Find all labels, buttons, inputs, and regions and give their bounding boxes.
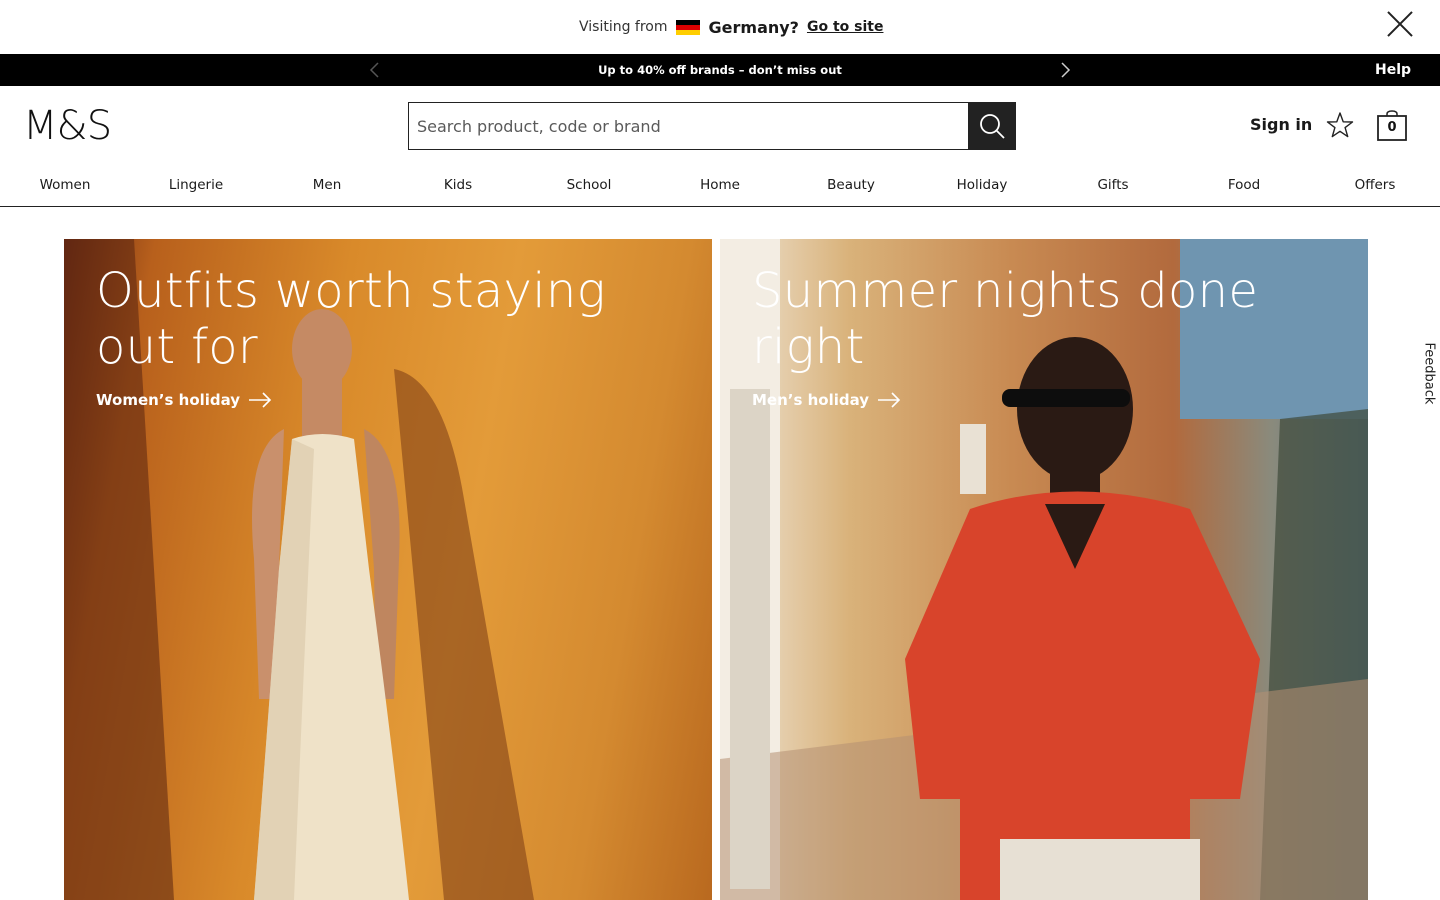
country-name: Germany? [708, 17, 799, 37]
nav-item-beauty[interactable]: Beauty [791, 177, 911, 193]
mens-holiday-label: Men’s holiday [752, 391, 870, 409]
nav-item-gifts[interactable]: Gifts [1053, 177, 1173, 193]
nav-item-kids[interactable]: Kids [398, 177, 518, 193]
help-link[interactable]: Help [1375, 62, 1411, 78]
nav-item-food[interactable]: Food [1184, 177, 1304, 193]
search-bar [408, 102, 1016, 150]
germany-flag-icon [675, 19, 700, 35]
close-icon[interactable] [1385, 9, 1415, 39]
chevron-left-icon[interactable] [367, 61, 383, 79]
nav-item-offers[interactable]: Offers [1315, 177, 1435, 193]
ms-logo[interactable]: M&S [23, 105, 112, 147]
nav-item-women[interactable]: Women [5, 177, 125, 193]
bag-count: 0 [1387, 120, 1397, 135]
nav-item-men[interactable]: Men [267, 177, 387, 193]
hero-tile-womens-holiday[interactable]: Outfits worth staying out for Women’s ho… [64, 239, 712, 900]
feedback-label: Feedback [1421, 342, 1437, 405]
shopping-bag-button[interactable]: 0 [1376, 110, 1408, 142]
promo-text[interactable]: Up to 40% off brands – don’t miss out [520, 63, 920, 77]
nav-item-home[interactable]: Home [660, 177, 780, 193]
arrow-right-icon [249, 392, 272, 408]
sign-in-link[interactable]: Sign in [1250, 115, 1312, 134]
star-icon[interactable] [1325, 110, 1355, 140]
promo-bar: Up to 40% off brands – don’t miss out He… [0, 54, 1440, 86]
womens-holiday-label: Women’s holiday [96, 391, 241, 409]
nav-item-holiday[interactable]: Holiday [922, 177, 1042, 193]
hero-left-title: Outfits worth staying out for [96, 263, 606, 375]
search-icon [980, 114, 1005, 139]
chevron-right-icon[interactable] [1057, 61, 1073, 79]
search-input[interactable] [408, 102, 968, 150]
search-button[interactable] [968, 102, 1016, 150]
hero-tile-mens-holiday[interactable]: Summer nights done right Men’s holiday [720, 239, 1368, 900]
feedback-tab[interactable]: Feedback [1420, 340, 1440, 410]
womens-holiday-link[interactable]: Women’s holiday [96, 391, 272, 409]
main-navigation: Women Lingerie Men Kids School Home Beau… [0, 170, 1440, 207]
country-banner: Visiting from Germany? Go to site [0, 0, 1440, 54]
nav-item-lingerie[interactable]: Lingerie [136, 177, 256, 193]
hero-right-title: Summer nights done right [752, 263, 1259, 375]
go-to-site-link[interactable]: Go to site [807, 19, 884, 35]
arrow-right-icon [878, 392, 901, 408]
nav-item-school[interactable]: School [529, 177, 649, 193]
mens-holiday-link[interactable]: Men’s holiday [752, 391, 901, 409]
visiting-label: Visiting from [579, 19, 668, 35]
country-banner-content: Visiting from Germany? Go to site [579, 15, 883, 39]
